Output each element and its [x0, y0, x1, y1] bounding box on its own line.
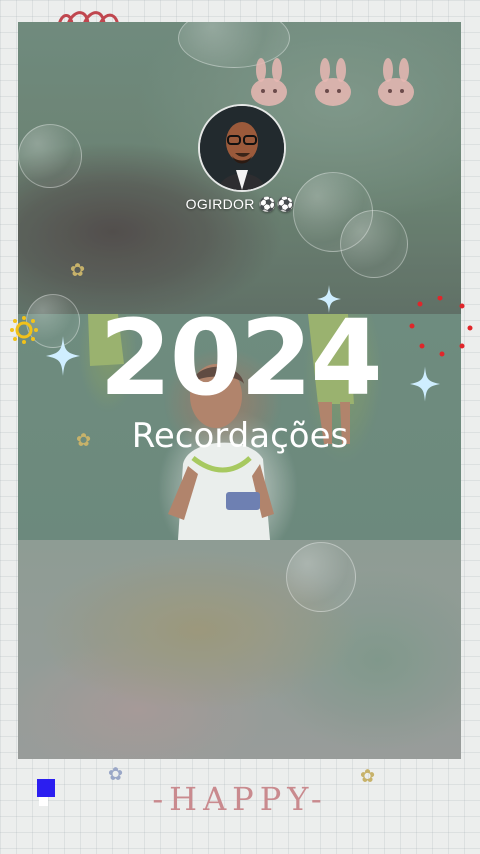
happy-caption: -HAPPY- [152, 780, 328, 818]
bubble-decoration-icon [18, 124, 82, 188]
sun-doodle-icon [10, 316, 38, 344]
bubble-decoration-icon [340, 210, 408, 278]
profile-avatar[interactable] [198, 104, 286, 192]
year-title: 2024 [99, 297, 382, 419]
bunny-icon [315, 58, 351, 106]
username-label[interactable]: OGIRDOR ⚽⚽ [150, 196, 330, 213]
memoji-avatar-icon [200, 106, 284, 190]
pixel-decoration-icon [39, 797, 48, 806]
bunny-icon [378, 58, 414, 106]
star-doodle-icon: ✿ [70, 260, 86, 281]
star-doodle-icon: ✿ [360, 766, 376, 787]
pixel-decoration-icon [37, 779, 55, 797]
bubble-decoration-icon [286, 542, 356, 612]
bunny-icon [251, 58, 287, 106]
memories-subtitle: Recordações [131, 416, 349, 456]
